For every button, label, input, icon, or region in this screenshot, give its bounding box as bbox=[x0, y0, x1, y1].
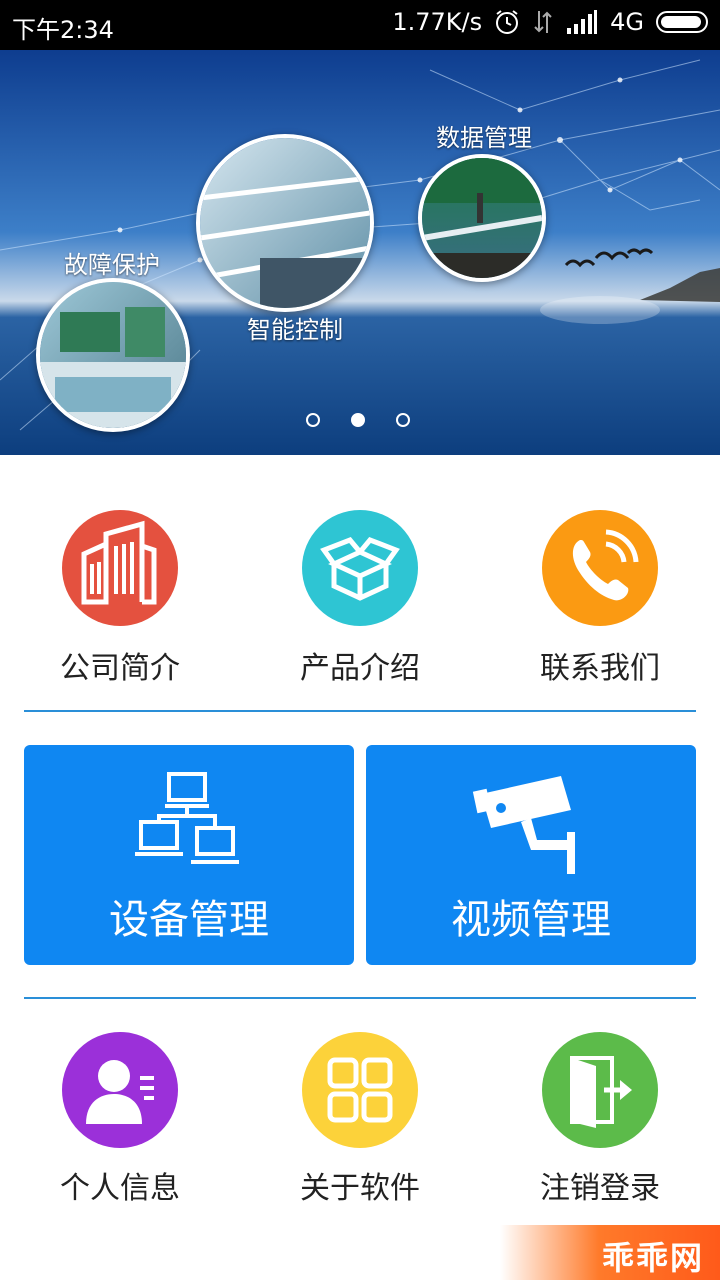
carousel-dot-2[interactable] bbox=[351, 413, 365, 427]
about-software-item[interactable]: 关于软件 bbox=[240, 1032, 480, 1232]
watermark-text: 乖乖网 bbox=[601, 1239, 704, 1277]
carousel-indicator bbox=[0, 413, 720, 433]
product-intro-label: 产品介绍 bbox=[300, 651, 420, 686]
contact-us-item[interactable]: 联系我们 bbox=[480, 510, 720, 710]
personal-info-label: 个人信息 bbox=[60, 1171, 180, 1206]
smart-control-image bbox=[196, 134, 374, 312]
fault-protection-image bbox=[36, 278, 190, 432]
status-bar: 下午2:34 1.77K/s 4G bbox=[0, 0, 720, 50]
banner-label-data: 数据管理 bbox=[436, 124, 532, 152]
data-management-image bbox=[418, 154, 546, 282]
network-type: 4G bbox=[610, 8, 644, 36]
contact-us-label: 联系我们 bbox=[540, 651, 660, 686]
user-profile-icon bbox=[62, 1032, 178, 1148]
status-time: 下午2:34 bbox=[12, 16, 114, 44]
banner-label-smart: 智能控制 bbox=[247, 316, 343, 344]
banner-label-fault: 故障保护 bbox=[64, 251, 160, 279]
carousel-dot-1[interactable] bbox=[306, 413, 320, 427]
network-speed: 1.77K/s bbox=[392, 8, 483, 36]
banner-carousel[interactable]: 故障保护 智能控制 数据管理 bbox=[0, 50, 720, 455]
video-management-card[interactable]: 视频管理 bbox=[366, 745, 696, 965]
company-intro-label: 公司简介 bbox=[60, 651, 180, 686]
status-right: 1.77K/s 4G bbox=[392, 8, 708, 36]
logout-door-icon bbox=[542, 1032, 658, 1148]
logout-item[interactable]: 注销登录 bbox=[480, 1032, 720, 1232]
network-computers-icon bbox=[135, 772, 239, 864]
logout-label: 注销登录 bbox=[540, 1171, 660, 1206]
building-icon bbox=[62, 510, 178, 626]
video-management-label: 视频管理 bbox=[451, 897, 611, 943]
device-management-label: 设备管理 bbox=[109, 897, 269, 943]
box-icon bbox=[302, 510, 418, 626]
personal-info-item[interactable]: 个人信息 bbox=[0, 1032, 240, 1232]
security-camera-icon bbox=[472, 776, 575, 874]
carousel-dot-3[interactable] bbox=[396, 413, 410, 427]
divider-bottom bbox=[24, 997, 696, 999]
phone-icon bbox=[542, 510, 658, 626]
product-intro-item[interactable]: 产品介绍 bbox=[240, 510, 480, 710]
data-transfer-icon bbox=[534, 11, 552, 33]
alarm-icon bbox=[496, 10, 519, 34]
watermark: 乖乖网 bbox=[500, 1225, 720, 1280]
battery-icon bbox=[656, 11, 708, 33]
device-management-card[interactable]: 设备管理 bbox=[24, 745, 354, 965]
signal-icon bbox=[567, 10, 598, 34]
apps-grid-icon bbox=[302, 1032, 418, 1148]
about-software-label: 关于软件 bbox=[300, 1171, 420, 1206]
divider-top bbox=[24, 710, 696, 712]
company-intro-item[interactable]: 公司简介 bbox=[0, 510, 240, 710]
